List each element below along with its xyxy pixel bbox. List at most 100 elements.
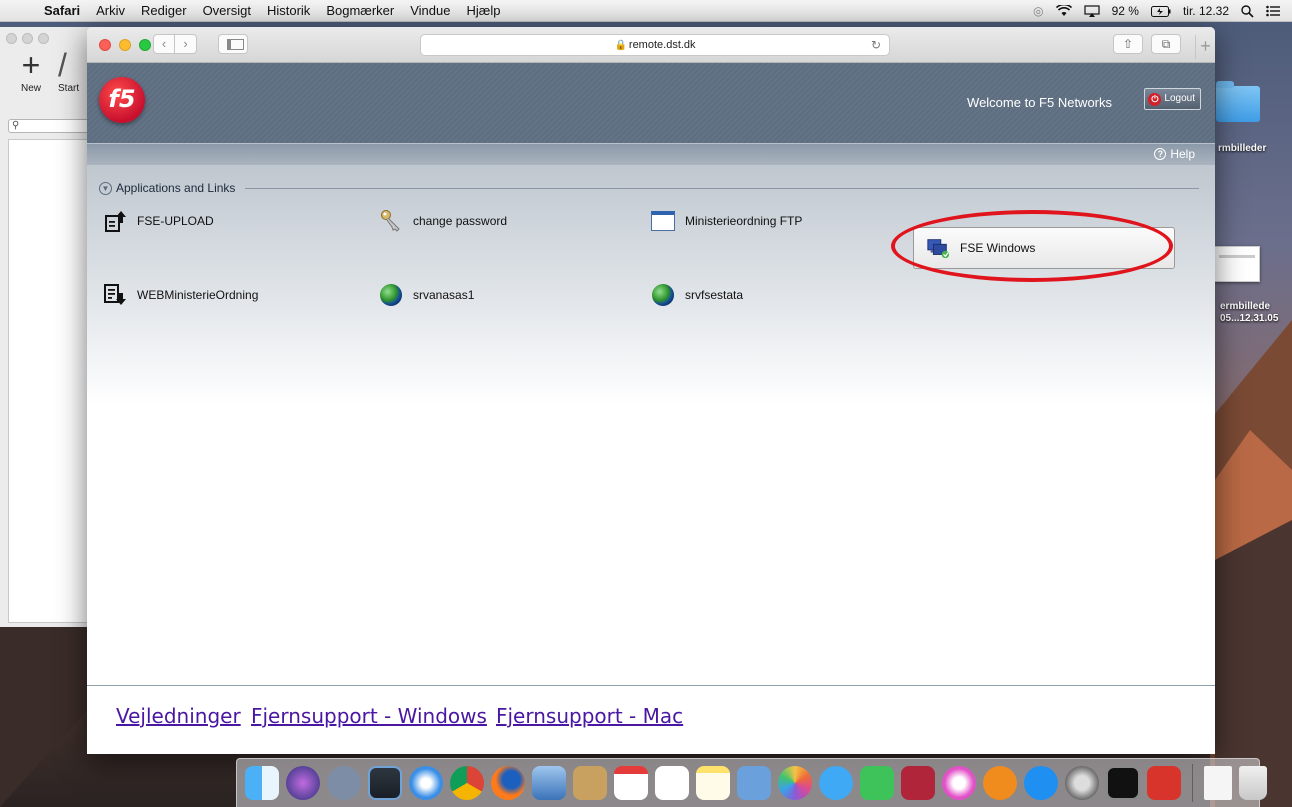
collapse-triangle-icon[interactable]: ▼ <box>99 181 112 195</box>
terminal-icon[interactable] <box>1106 766 1140 800</box>
inactive-window-controls[interactable] <box>6 33 49 44</box>
close-window-button[interactable] <box>99 39 111 51</box>
section-header[interactable]: ▼ Applications and Links <box>99 181 1199 195</box>
spotlight-search-icon[interactable] <box>1241 4 1254 18</box>
address-bar[interactable]: 🔒 remote.dst.dk ↻ <box>420 34 890 56</box>
safari-icon[interactable] <box>409 766 443 800</box>
minimize-window-button[interactable] <box>119 39 131 51</box>
notes-icon[interactable] <box>696 766 730 800</box>
clock[interactable]: tir. 12.32 <box>1183 4 1229 18</box>
menu-historik[interactable]: Historik <box>259 3 318 18</box>
siri-icon[interactable] <box>286 766 320 800</box>
menu-safari[interactable]: Safari <box>36 3 88 18</box>
document-icon[interactable] <box>1204 766 1232 800</box>
zoom-window-button[interactable] <box>139 39 151 51</box>
link-fjernsupport-mac[interactable]: Fjernsupport - Mac <box>496 704 683 728</box>
f5-header: f5 Welcome to F5 Networks ⏻ Logout <box>87 63 1215 143</box>
background-search-field[interactable]: ⚲ <box>8 119 92 133</box>
welcome-text: Welcome to F5 Networks <box>967 95 1112 110</box>
launchpad-icon[interactable] <box>327 766 361 800</box>
finder-icon[interactable] <box>245 766 279 800</box>
link-vejledninger[interactable]: Vejledninger <box>116 704 241 728</box>
menu-vindue[interactable]: Vindue <box>402 3 458 18</box>
desktop-screenshot-thumbnail[interactable] <box>1214 246 1260 282</box>
dock-separator <box>1192 764 1193 802</box>
ibooks-icon[interactable] <box>983 766 1017 800</box>
applications-panel: ▼ Applications and Links FSE-UPLOAD chan… <box>87 165 1215 685</box>
firefox-icon[interactable] <box>491 766 525 800</box>
back-button[interactable]: ‹ <box>153 34 175 54</box>
globe-icon <box>379 283 403 307</box>
app-label: Ministerieordning FTP <box>685 214 803 228</box>
desktop-folder-label: rmbilleder <box>1218 143 1267 154</box>
facetime-icon[interactable] <box>860 766 894 800</box>
system-preferences-icon[interactable] <box>1065 766 1099 800</box>
app-link-webministerieordning[interactable]: WEBMinisterieOrdning <box>103 279 258 311</box>
preview-icon[interactable] <box>532 766 566 800</box>
lock-icon: 🔒 <box>614 40 627 51</box>
app-link-fse-windows[interactable]: FSE Windows <box>913 227 1175 269</box>
itunes-icon[interactable] <box>942 766 976 800</box>
airplay-icon[interactable] <box>1084 5 1100 17</box>
app-link-srvfsestata[interactable]: srvfsestata <box>651 279 743 311</box>
chrome-icon[interactable] <box>450 766 484 800</box>
app-link-ministerieordning-ftp[interactable]: Ministerieordning FTP <box>651 205 802 237</box>
menu-bar: Safari Arkiv Rediger Oversigt Historik B… <box>0 0 1292 22</box>
section-divider <box>245 187 1199 189</box>
reminders-icon[interactable] <box>655 766 689 800</box>
trash-icon[interactable] <box>1239 766 1267 800</box>
tabs-overview-button[interactable]: ⧉ <box>1151 34 1181 54</box>
navigation-buttons: ‹ › <box>153 34 197 54</box>
messages-icon[interactable] <box>819 766 853 800</box>
new-button[interactable]: + New <box>14 47 48 94</box>
app-label: change password <box>413 214 508 228</box>
siri-status-icon[interactable]: ◎ <box>1033 4 1043 18</box>
desktop-screenshot-label-line2: 05...12.31.05 <box>1220 313 1279 324</box>
battery-icon[interactable] <box>1150 5 1171 17</box>
desktop-folder-icon[interactable] <box>1216 81 1260 122</box>
help-link[interactable]: ? Help <box>1154 147 1195 161</box>
menu-bogmaerker[interactable]: Bogmærker <box>318 3 402 18</box>
calendar-icon[interactable] <box>614 766 648 800</box>
help-icon: ? <box>1154 148 1167 160</box>
new-button-label: New <box>20 83 41 94</box>
photo-booth-icon[interactable] <box>901 766 935 800</box>
mission-control-icon[interactable] <box>368 766 402 800</box>
link-fjernsupport-windows[interactable]: Fjernsupport - Windows <box>251 704 487 728</box>
background-window[interactable]: + New / Start ⚲ <box>0 27 92 627</box>
reload-icon[interactable]: ↻ <box>871 35 881 55</box>
app-label: FSE Windows <box>960 241 1036 255</box>
help-bar: ? Help <box>87 143 1215 165</box>
desktop-screenshot-label-line1: ermbillede <box>1220 301 1271 312</box>
app-store-icon[interactable] <box>1024 766 1058 800</box>
battery-percent[interactable]: 92 % <box>1112 4 1139 18</box>
new-tab-button[interactable]: + <box>1195 35 1215 59</box>
share-button[interactable]: ⇧ <box>1113 34 1143 54</box>
app-link-srvanasas1[interactable]: srvanasas1 <box>379 279 474 311</box>
app-link-fse-upload[interactable]: FSE-UPLOAD <box>103 205 214 237</box>
menu-arkiv[interactable]: Arkiv <box>88 3 133 18</box>
logout-button[interactable]: ⏻ Logout <box>1144 88 1201 110</box>
f5-logo: f5 <box>99 77 145 123</box>
forward-button[interactable]: › <box>175 34 197 54</box>
remote-desktop-app-icon[interactable] <box>1147 766 1181 800</box>
sidebar-toggle-button[interactable] <box>218 34 248 54</box>
remote-desktop-icon <box>926 236 950 260</box>
menu-rediger[interactable]: Rediger <box>133 3 195 18</box>
background-content-pane <box>8 139 92 623</box>
menu-oversigt[interactable]: Oversigt <box>195 3 259 18</box>
power-icon: ⏻ <box>1148 92 1162 106</box>
logout-label: Logout <box>1164 93 1195 104</box>
contacts-icon[interactable] <box>573 766 607 800</box>
footer-links: Vejledninger Fjernsupport - Windows Fjer… <box>87 685 1215 754</box>
app-label: srvanasas1 <box>413 288 475 302</box>
upload-icon <box>103 209 127 233</box>
menu-hjaelp[interactable]: Hjælp <box>458 3 508 18</box>
wifi-icon[interactable] <box>1055 5 1072 17</box>
app-link-change-password[interactable]: change password <box>379 205 507 237</box>
notification-center-icon[interactable] <box>1266 5 1280 17</box>
photos-icon[interactable] <box>778 766 812 800</box>
window-controls <box>99 39 151 51</box>
keynote-icon[interactable] <box>737 766 771 800</box>
url-text: remote.dst.dk <box>628 39 696 51</box>
